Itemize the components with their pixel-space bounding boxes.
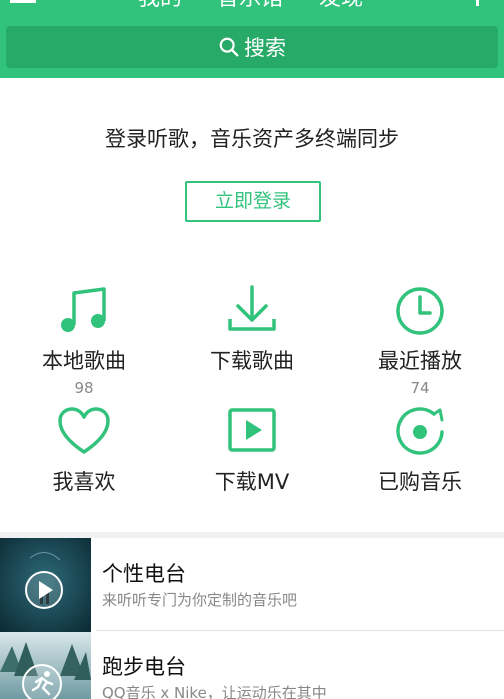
search-icon [219,37,239,57]
feature-downloaded-songs[interactable]: 下载歌曲 [168,283,336,397]
feature-label: 我喜欢 [52,470,116,494]
feature-favorites[interactable]: 我喜欢 [0,404,168,496]
radio-description: 来听听专门为你定制的音乐吧 [102,591,298,609]
clock-icon [396,287,444,335]
tab-music-hall[interactable]: 音乐馆 [217,0,283,12]
feature-label: 下载歌曲 [210,349,294,373]
feature-label: 已购音乐 [378,470,462,494]
login-prompt: 登录听歌，音乐资产多终端同步 [105,127,399,151]
radio-item-running[interactable]: 跑步电台 QQ音乐 x Nike，让运动乐在其中 [0,632,504,699]
tab-mine[interactable]: 我的 [138,0,182,12]
feature-purchased-music[interactable]: 已购音乐 [336,404,504,496]
mv-play-icon [228,408,276,452]
feature-label: 本地歌曲 [42,349,126,373]
plus-icon[interactable] [463,0,493,10]
radio-title: 跑步电台 [102,655,186,679]
radio-item-personal[interactable]: 个性电台 来听听专门为你定制的音乐吧 [0,538,504,634]
top-header: 我的 音乐馆 发现 搜索 [0,0,504,78]
search-bar[interactable]: 搜索 [6,26,498,68]
runner-icon [22,664,62,699]
feature-count: 98 [74,379,94,397]
purchased-disc-icon [396,407,444,455]
feature-downloaded-mv[interactable]: 下载MV [168,404,336,496]
radio-description: QQ音乐 x Nike，让运动乐在其中 [102,684,327,699]
play-icon [25,571,63,609]
radio-title: 个性电台 [102,562,186,586]
tab-discover[interactable]: 发现 [319,0,363,12]
menu-icon[interactable] [8,0,48,10]
feature-count [168,379,336,397]
login-button[interactable]: 立即登录 [185,181,321,222]
search-label: 搜索 [244,36,286,60]
radio-thumbnail [0,632,91,699]
download-icon [228,285,276,331]
feature-recent-plays[interactable]: 最近播放 74 [336,283,504,397]
radio-thumbnail [0,538,91,634]
feature-local-songs[interactable]: 本地歌曲 98 [0,283,168,397]
heart-icon [58,407,110,454]
feature-count: 74 [410,379,430,397]
feature-label: 下载MV [214,470,290,494]
row-divider [96,630,504,631]
feature-label: 最近播放 [378,349,462,373]
music-note-icon [61,287,106,332]
